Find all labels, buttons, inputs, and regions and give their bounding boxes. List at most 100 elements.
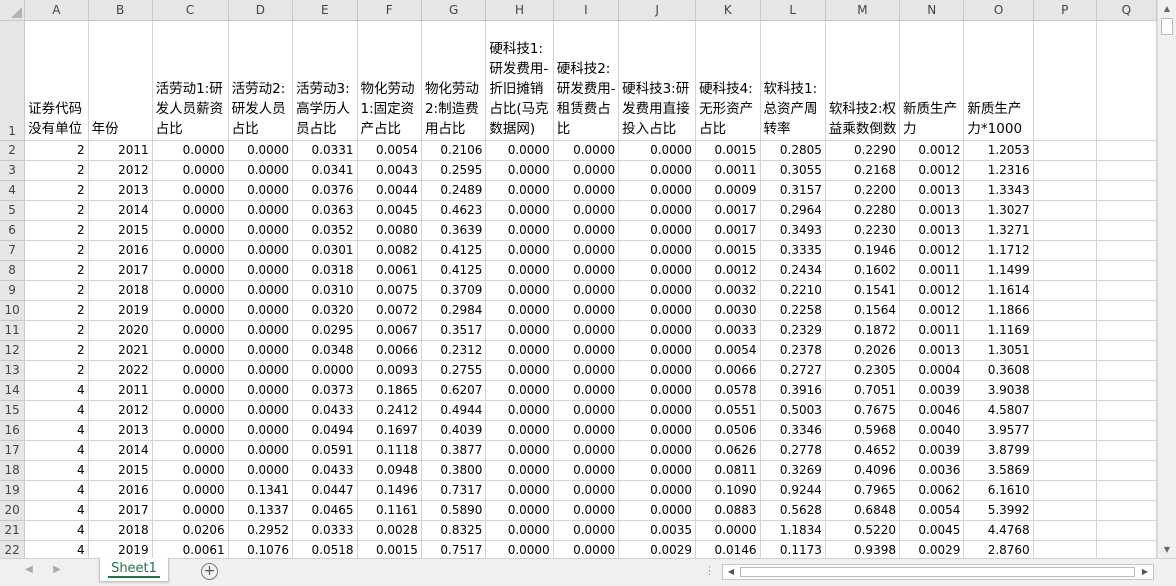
cell[interactable]: 2013 [88,420,153,441]
row-header[interactable]: 6 [0,220,26,241]
row-header[interactable]: 15 [0,400,26,421]
cell[interactable]: 0.0000 [485,480,554,501]
cell[interactable] [1096,220,1157,241]
cell[interactable]: 0.0000 [228,260,294,281]
cell[interactable]: 2 [24,240,89,261]
cell[interactable]: 0.0000 [618,140,697,161]
header-cell[interactable]: 年份 [88,20,153,141]
cell[interactable]: 0.2312 [421,340,487,361]
cell[interactable]: 0.0348 [292,340,358,361]
cell[interactable]: 0.0017 [695,220,761,241]
cell[interactable]: 2019 [88,540,153,558]
cell[interactable]: 0.0146 [695,540,761,558]
column-header[interactable]: C [152,0,229,21]
cell[interactable]: 0.0433 [292,400,358,421]
cell[interactable]: 0.0000 [618,280,697,301]
cell[interactable]: 0.1564 [825,300,900,321]
row-header[interactable]: 9 [0,280,26,301]
cell[interactable]: 2017 [88,260,153,281]
cell[interactable]: 2.8760 [963,540,1034,558]
cell[interactable]: 0.2984 [421,300,487,321]
header-cell[interactable]: 证券代码没有单位 [24,20,89,141]
cell[interactable]: 0.7051 [825,380,900,401]
cell[interactable]: 0.0012 [899,140,965,161]
cell[interactable]: 0.3493 [760,220,826,241]
cell[interactable]: 0.2778 [760,440,826,461]
column-header[interactable]: K [695,0,761,21]
cell[interactable]: 0.0000 [485,220,554,241]
cell[interactable]: 0.0000 [485,280,554,301]
cell[interactable]: 4 [24,420,89,441]
cell[interactable]: 0.6207 [421,380,487,401]
cell[interactable]: 2020 [88,320,153,341]
cell[interactable]: 0.1090 [695,480,761,501]
cell[interactable]: 0.8325 [421,520,487,541]
cell[interactable]: 0.0066 [357,340,422,361]
row-header[interactable]: 2 [0,140,26,161]
cell[interactable]: 0.0000 [152,380,229,401]
cell[interactable]: 0.0036 [899,460,965,481]
cell[interactable]: 0.0000 [152,480,229,501]
cell[interactable]: 0.0000 [553,180,620,201]
cell[interactable]: 2016 [88,240,153,261]
cell[interactable]: 0.0000 [228,220,294,241]
cell[interactable]: 4.5807 [963,400,1034,421]
cell[interactable]: 0.0000 [152,300,229,321]
cell[interactable]: 2016 [88,480,153,501]
cell[interactable]: 1.1169 [963,320,1034,341]
cell[interactable]: 0.0043 [357,160,422,181]
cell[interactable]: 0.0011 [695,160,761,181]
row-header[interactable]: 10 [0,300,26,321]
cell[interactable]: 0.0000 [553,540,620,558]
next-sheet-arrow-icon[interactable]: ▶ [50,564,64,575]
cell[interactable]: 0.0000 [553,280,620,301]
cell[interactable]: 4.4768 [963,520,1034,541]
cell[interactable]: 0.0000 [228,420,294,441]
cell[interactable]: 0.5890 [421,500,487,521]
cell[interactable]: 0.7965 [825,480,900,501]
column-header[interactable]: B [88,0,153,21]
cell[interactable]: 0.0000 [152,460,229,481]
cell[interactable]: 0.0000 [618,480,697,501]
cell[interactable]: 0.1496 [357,480,422,501]
select-all-corner[interactable] [0,0,26,21]
row-header[interactable]: 13 [0,360,26,381]
cell[interactable]: 0.0015 [357,540,422,558]
cell[interactable]: 0.0000 [228,200,294,221]
row-header[interactable]: 17 [0,440,26,461]
cell[interactable]: 0.0883 [695,500,761,521]
cell[interactable]: 0.0015 [695,240,761,261]
column-header[interactable]: J [618,0,697,21]
cell[interactable] [1033,280,1097,301]
cell[interactable]: 0.4125 [421,240,487,261]
cell[interactable]: 0.0000 [152,400,229,421]
column-header[interactable]: O [963,0,1034,21]
cell[interactable] [1033,420,1097,441]
cell[interactable] [1096,540,1157,558]
cell[interactable]: 0.1118 [357,440,422,461]
cell[interactable] [1033,180,1097,201]
cell[interactable] [1096,160,1157,181]
cell[interactable]: 0.1341 [228,480,294,501]
cell[interactable]: 0.0000 [152,220,229,241]
cell[interactable]: 0.2290 [825,140,900,161]
cell[interactable]: 4 [24,440,89,461]
cell[interactable]: 0.0000 [618,200,697,221]
cell[interactable]: 0.0000 [152,500,229,521]
row-header[interactable]: 22 [0,540,26,558]
cell[interactable]: 0.0000 [152,160,229,181]
header-cell[interactable]: 活劳动2:研发人员占比 [228,20,294,141]
cell[interactable]: 2018 [88,280,153,301]
header-cell[interactable]: 活劳动1:研发人员薪资占比 [152,20,229,141]
cell[interactable]: 0.2952 [228,520,294,541]
cell[interactable]: 0.3709 [421,280,487,301]
cell[interactable]: 1.3343 [963,180,1034,201]
cell[interactable]: 0.1872 [825,320,900,341]
cell[interactable]: 0.0000 [485,460,554,481]
cell[interactable]: 0.4652 [825,440,900,461]
cell[interactable]: 0.2412 [357,400,422,421]
cell[interactable]: 4 [24,520,89,541]
vertical-scrollbar[interactable]: ▲ ▼ [1157,0,1176,558]
cell[interactable]: 2015 [88,220,153,241]
column-header[interactable]: A [24,0,89,21]
